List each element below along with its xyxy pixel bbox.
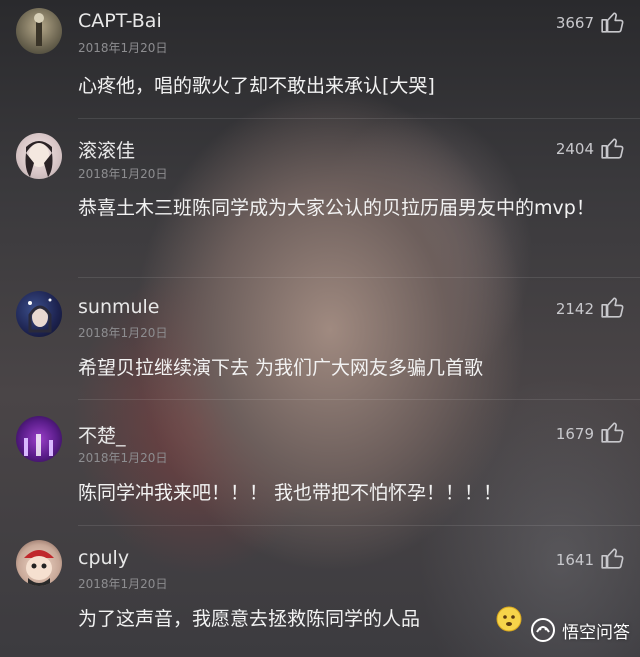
watermark: 悟空问答 (530, 617, 630, 643)
avatar-stage-icon (24, 434, 53, 456)
smiley-emoji-icon (496, 606, 522, 632)
comment-date: 2018年1月20日 (78, 326, 168, 340)
comment-text: 陈同学冲我来吧！！！ 我也带把不怕怀孕！！！！ (78, 482, 503, 504)
comment-item: CAPT-Bai 2018年1月20日 3667 心疼他，唱的歌火了却不敢出来承… (0, 0, 640, 120)
wukong-logo-icon (531, 618, 555, 642)
comment-date: 2018年1月20日 (78, 577, 168, 591)
comment-item: 滚滚佳 2018年1月20日 2404 恭喜土木三班陈同学成为大家公认的贝拉历届… (0, 120, 640, 278)
thumbs-up-icon[interactable] (600, 545, 626, 571)
avatar-cartoon-icon (24, 550, 54, 586)
comment-text: 恭喜土木三班陈同学成为大家公认的贝拉历届男友中的mvp！ (78, 197, 595, 219)
like-count: 3667 (555, 14, 594, 32)
comment-feed: CAPT-Bai 2018年1月20日 3667 心疼他，唱的歌火了却不敢出来承… (0, 0, 640, 657)
thumbs-up-icon[interactable] (600, 294, 626, 320)
comment-date: 2018年1月20日 (78, 451, 168, 465)
avatar-figure-icon (28, 298, 52, 333)
comment-text: 心疼他，唱的歌火了却不敢出来承认[大哭] (78, 75, 435, 97)
username[interactable]: sunmule (78, 296, 160, 318)
username[interactable]: 不楚_ (78, 421, 126, 448)
avatar[interactable] (16, 540, 62, 586)
avatar[interactable] (16, 416, 62, 462)
avatar[interactable] (16, 291, 62, 337)
username[interactable]: cpuly (78, 547, 129, 569)
username[interactable]: CAPT-Bai (78, 10, 162, 32)
comment-item: sunmule 2018年1月20日 2142 希望贝拉继续演下去 为我们广大网… (0, 278, 640, 402)
comment-date: 2018年1月20日 (78, 41, 168, 55)
like-count: 2404 (555, 140, 594, 158)
comment-item: 不楚_ 2018年1月20日 1679 陈同学冲我来吧！！！ 我也带把不怕怀孕！… (0, 402, 640, 526)
like-count: 1679 (555, 425, 594, 443)
divider (78, 399, 640, 400)
watermark-text: 悟空问答 (562, 622, 630, 643)
thumbs-up-icon[interactable] (600, 9, 626, 35)
like-count: 2142 (555, 300, 594, 318)
like-count: 1641 (555, 551, 594, 569)
thumbs-up-icon[interactable] (600, 135, 626, 161)
comment-date: 2018年1月20日 (78, 167, 168, 181)
divider (78, 118, 640, 119)
avatar-portrait-icon (25, 141, 53, 177)
username[interactable]: 滚滚佳 (78, 136, 135, 163)
comment-text: 为了这声音，我愿意去拯救陈同学的人品 (78, 608, 421, 630)
comment-text: 希望贝拉继续演下去 为我们广大网友多骗几首歌 (78, 357, 484, 379)
avatar-figure-icon (34, 13, 44, 46)
avatar[interactable] (16, 133, 62, 179)
thumbs-up-icon[interactable] (600, 419, 626, 445)
avatar[interactable] (16, 8, 62, 54)
